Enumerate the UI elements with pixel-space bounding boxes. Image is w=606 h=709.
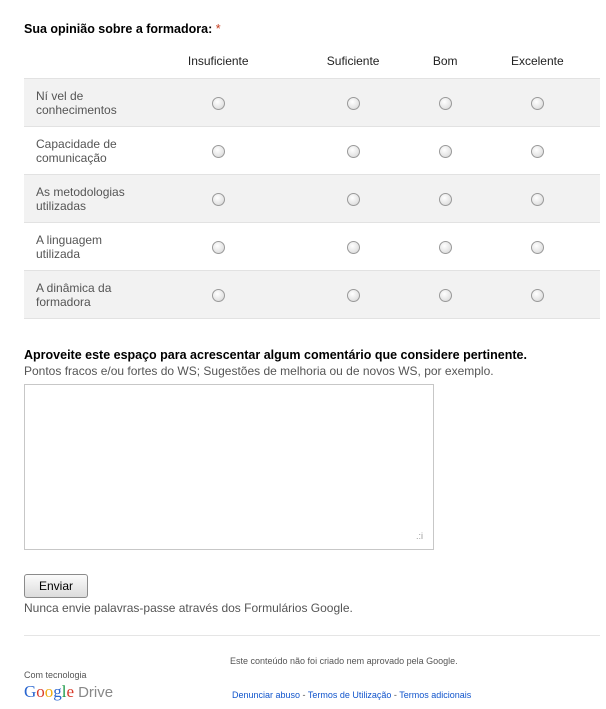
google-drive-logo[interactable]: Google Drive [24, 682, 113, 702]
footer-divider [24, 635, 600, 636]
radio-insuficiente[interactable] [211, 192, 225, 206]
comment-textarea[interactable] [24, 384, 434, 550]
radio-suficiente[interactable] [346, 192, 360, 206]
radio-bom[interactable] [438, 240, 452, 254]
password-warning: Nunca envie palavras-passe através dos F… [24, 601, 353, 615]
radio-insuficiente[interactable] [211, 240, 225, 254]
radio-excelente[interactable] [530, 240, 544, 254]
column-header-insuficiente: Insuficiente [187, 54, 249, 68]
column-header-bom: Bom [432, 54, 458, 68]
row-label: Ní vel de conhecimentos [24, 78, 146, 127]
radio-insuficiente[interactable] [211, 144, 225, 158]
row-label: A linguagem utilizada [24, 222, 146, 271]
additional-terms-link[interactable]: Termos adicionais [399, 690, 471, 700]
resize-grip-icon[interactable]: .:i [416, 531, 423, 541]
radio-bom[interactable] [438, 144, 452, 158]
powered-by-label: Com tecnologia [24, 670, 87, 680]
grid-row-metodologias-utilizadas: As metodologias utilizadas [24, 174, 600, 223]
question-title: Sua opinião sobre a formadora: * [24, 22, 221, 36]
row-label: A dinâmica da formadora [24, 270, 146, 319]
grid-row-nivel-conhecimentos: Ní vel de conhecimentos [24, 78, 600, 127]
footer-links: Denunciar abuso - Termos de Utilização -… [232, 690, 471, 700]
grid-corner [24, 44, 146, 79]
grid-row-dinamica-formadora: A dinâmica da formadora [24, 270, 600, 319]
radio-excelente[interactable] [530, 96, 544, 110]
radio-suficiente[interactable] [346, 288, 360, 302]
comment-help-text: Pontos fracos e/ou fortes do WS; Sugestõ… [24, 364, 494, 378]
grid-row-capacidade-comunicacao: Capacidade de comunicação [24, 126, 600, 175]
radio-bom[interactable] [438, 288, 452, 302]
radio-suficiente[interactable] [346, 240, 360, 254]
report-abuse-link[interactable]: Denunciar abuso [232, 690, 300, 700]
terms-link[interactable]: Termos de Utilização [308, 690, 392, 700]
footer-disclaimer: Este conteúdo não foi criado nem aprovad… [230, 656, 458, 666]
radio-bom[interactable] [438, 192, 452, 206]
radio-insuficiente[interactable] [211, 96, 225, 110]
row-label: As metodologias utilizadas [24, 174, 146, 223]
radio-excelente[interactable] [530, 288, 544, 302]
row-label: Capacidade de comunicação [24, 126, 146, 175]
drive-wordmark: Drive [78, 684, 114, 701]
column-header-excelente: Excelente [510, 54, 564, 68]
link-separator: - [300, 690, 308, 700]
radio-insuficiente[interactable] [211, 288, 225, 302]
radio-excelente[interactable] [530, 192, 544, 206]
rating-grid: Insuficiente Suficiente Bom Excelente Ní… [24, 44, 600, 319]
required-mark: * [215, 22, 221, 36]
grid-row-linguagem-utilizada: A linguagem utilizada [24, 222, 600, 271]
grid-header-row: Insuficiente Suficiente Bom Excelente [24, 44, 600, 79]
comment-question-title: Aproveite este espaço para acrescentar a… [24, 348, 527, 362]
radio-suficiente[interactable] [346, 96, 360, 110]
radio-excelente[interactable] [530, 144, 544, 158]
radio-bom[interactable] [438, 96, 452, 110]
radio-suficiente[interactable] [346, 144, 360, 158]
column-header-suficiente: Suficiente [326, 54, 380, 68]
submit-button[interactable]: Enviar [24, 574, 88, 598]
